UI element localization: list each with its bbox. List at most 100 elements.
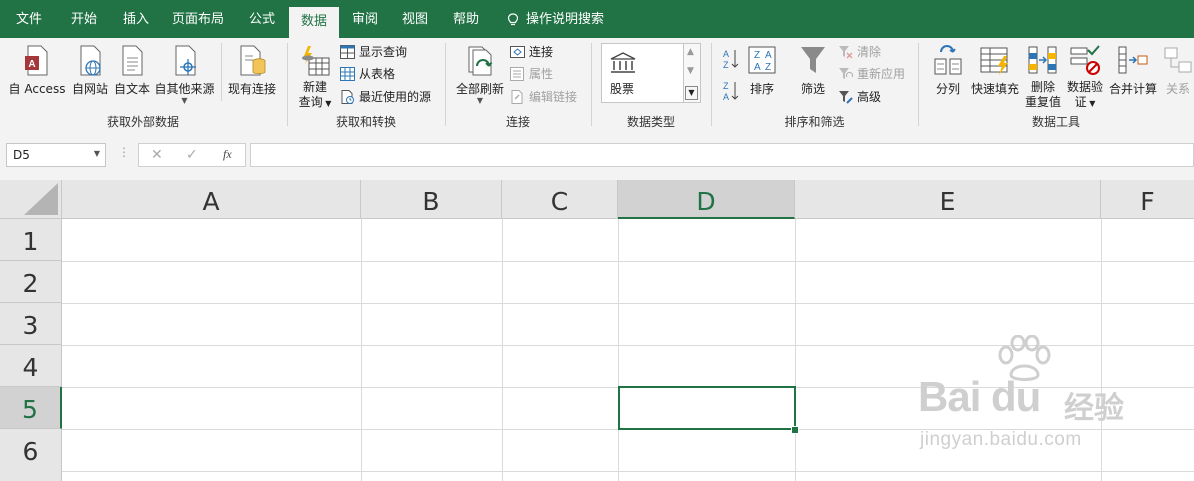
selected-cell-d5[interactable] (618, 386, 796, 430)
watermark-brand: Bai du (918, 373, 1041, 420)
cancel-x-icon[interactable]: ✕ (151, 147, 163, 163)
table-grid-icon (340, 45, 355, 59)
from-web-button[interactable]: 自网站 (70, 44, 110, 97)
tab-page-layout[interactable]: 页面布局 (165, 0, 231, 38)
refresh-all-button[interactable]: 全部刷新 ▼ (454, 44, 506, 105)
column-header-b[interactable]: B (361, 180, 502, 219)
select-all-triangle-icon (24, 183, 58, 215)
gridline (618, 219, 619, 481)
chevron-down-icon: ▼ (181, 96, 188, 105)
gridline (502, 219, 503, 481)
gridline (62, 471, 1194, 472)
flash-fill-icon (980, 47, 1008, 75)
svg-text:A: A (28, 59, 35, 70)
column-header-c[interactable]: C (502, 180, 618, 219)
watermark-url: jingyan.baidu.com (920, 429, 1082, 450)
name-box[interactable]: D5 ▼ (6, 143, 106, 167)
chevron-down-icon[interactable]: ▼ (94, 149, 100, 158)
row-header-4[interactable]: 4 (0, 345, 62, 387)
tell-me-search[interactable]: 操作说明搜索 (526, 0, 612, 38)
new-query-button[interactable]: 新建 查询 ▼ (295, 44, 335, 110)
relationships-icon (1164, 47, 1192, 73)
stocks-data-type-gallery[interactable]: 股票 (601, 43, 684, 103)
row-header-1[interactable]: 1 (0, 219, 62, 261)
baidu-jingyan-watermark: Bai du 经验 jingyan.baidu.com (918, 335, 1138, 455)
formula-bar: D5 ▼ ⋮ ✕ ✓ fx (0, 131, 1194, 180)
recent-sources-icon (341, 90, 354, 104)
enter-check-icon[interactable]: ✓ (186, 147, 198, 163)
svg-text:Z: Z (723, 60, 729, 70)
consolidate-button[interactable]: 合并计算 (1107, 44, 1159, 97)
text-to-columns-icon (934, 45, 962, 75)
gallery-down-arrow-icon[interactable]: ▼ (687, 66, 694, 76)
relationships-button[interactable]: 关系 (1162, 44, 1194, 97)
column-header-f[interactable]: F (1101, 180, 1194, 219)
row-header-2[interactable]: 2 (0, 261, 62, 303)
select-all-corner[interactable] (0, 180, 62, 219)
gridline (62, 261, 1194, 262)
tab-data[interactable]: 数据 (289, 7, 339, 38)
group-label-get-transform: 获取和转换 (335, 115, 396, 129)
connections-icon (510, 46, 525, 58)
sort-z-to-a-icon[interactable]: Z A (722, 80, 740, 102)
watermark-cn: 经验 (1064, 391, 1124, 426)
data-validation-icon (1070, 45, 1100, 75)
fill-handle[interactable] (791, 426, 799, 434)
filter-button[interactable]: 筛选 (796, 44, 830, 97)
sort-icon: Z A A Z (748, 46, 776, 74)
gallery-up-arrow-icon[interactable]: ▲ (687, 47, 694, 57)
flash-fill-button[interactable]: 快速填充 (969, 44, 1021, 97)
data-validation-button[interactable]: 数据验 证 ▼ (1066, 44, 1104, 110)
filter-funnel-icon (801, 47, 825, 73)
sort-a-to-z-icon[interactable]: A Z (722, 48, 740, 70)
remove-duplicates-button[interactable]: 删除 重复值 (1024, 44, 1062, 110)
group-label-get-external-data: 获取外部数据 (106, 115, 179, 129)
column-header-a[interactable]: A (62, 180, 361, 219)
tab-file[interactable]: 文件 (4, 0, 54, 38)
tab-review[interactable]: 审阅 (342, 0, 388, 38)
lightbulb-icon (507, 13, 519, 26)
svg-text:A: A (723, 49, 729, 59)
gallery-more-icon[interactable]: ▼ (685, 86, 698, 100)
svg-text:Z: Z (723, 81, 729, 91)
from-other-sources-button[interactable]: 自其他来源 ▼ (153, 44, 216, 105)
svg-text:A: A (754, 62, 761, 73)
advanced-filter-icon (839, 91, 853, 104)
gridline (795, 219, 796, 481)
from-text-button[interactable]: 自文本 (112, 44, 152, 97)
formula-buttons: ✕ ✓ fx (138, 143, 246, 167)
ribbon-data: A 自 Access 自网站 自文本 自其他来源 ▼ 现有连接 获取外部数据 新… (0, 38, 1194, 132)
tab-help[interactable]: 帮助 (443, 0, 489, 38)
properties-icon (510, 67, 524, 81)
stocks-label: 股票 (610, 82, 635, 96)
column-header-e[interactable]: E (795, 180, 1101, 219)
sort-button[interactable]: Z A A Z 排序 (745, 44, 779, 97)
text-to-columns-button[interactable]: 分列 (932, 44, 964, 97)
tab-formulas[interactable]: 公式 (238, 0, 286, 38)
from-table-icon (340, 67, 355, 81)
divider (221, 43, 222, 101)
row-header-5[interactable]: 5 (0, 387, 62, 429)
web-page-globe-icon (80, 45, 101, 76)
insert-function-icon[interactable]: fx (223, 147, 232, 162)
consolidate-icon (1118, 46, 1148, 74)
row-header-3[interactable]: 3 (0, 303, 62, 345)
chevron-down-icon: ▼ (476, 96, 484, 105)
group-label-connections: 连接 (505, 115, 530, 129)
tab-insert[interactable]: 插入 (113, 0, 159, 38)
reapply-icon (839, 68, 853, 79)
tab-home[interactable]: 开始 (61, 0, 107, 38)
row-header-6[interactable]: 6 (0, 429, 62, 481)
menu-bar: 文件 开始 插入 页面布局 公式 数据 审阅 视图 帮助 操作说明搜索 (0, 0, 1194, 38)
remove-duplicates-icon (1028, 46, 1057, 74)
group-label-sort-filter: 排序和筛选 (784, 115, 845, 129)
existing-connections-button[interactable]: 现有连接 (225, 44, 279, 97)
tab-view[interactable]: 视图 (392, 0, 438, 38)
existing-connections-icon (240, 45, 266, 76)
resize-handle-icon[interactable]: ⋮ (118, 145, 130, 159)
formula-input[interactable] (250, 143, 1194, 167)
column-header-d[interactable]: D (618, 180, 795, 219)
bank-building-icon (610, 52, 636, 73)
edit-links-icon (511, 90, 523, 104)
from-access-button[interactable]: A 自 Access (8, 44, 66, 97)
